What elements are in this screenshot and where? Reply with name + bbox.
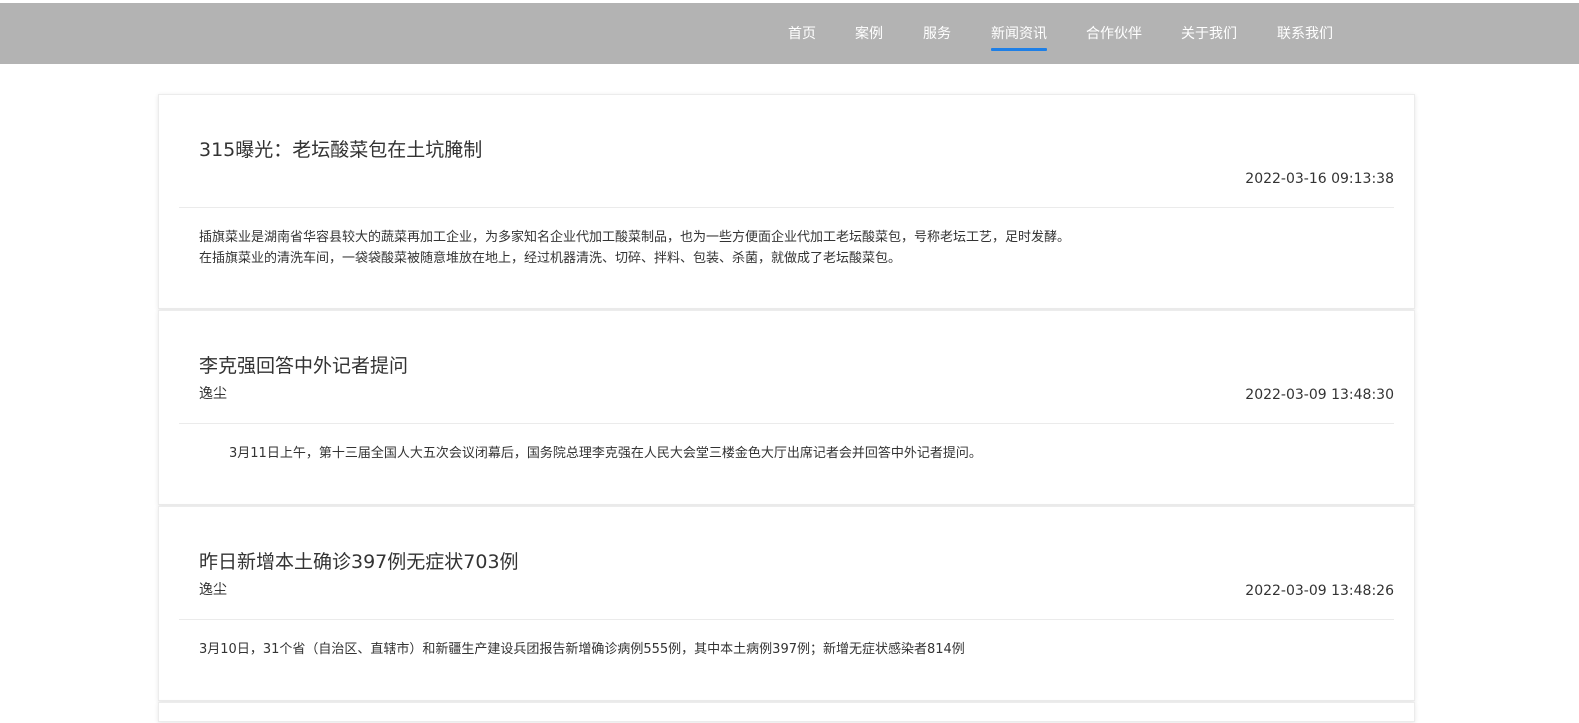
nav-item-news[interactable]: 新闻资讯 bbox=[991, 24, 1047, 51]
nav-item-contact[interactable]: 联系我们 bbox=[1277, 24, 1333, 44]
news-summary: 3月10日，31个省（自治区、直辖市）和新疆生产建设兵团报告新增确诊病例555例… bbox=[199, 639, 965, 660]
nav-item-services[interactable]: 服务 bbox=[923, 24, 951, 44]
news-card[interactable]: 李克强回答中外记者提问 逸尘 2022-03-09 13:48:30 3月11日… bbox=[158, 310, 1415, 505]
news-card[interactable]: 昨日新增本土确诊397例无症状703例 逸尘 2022-03-09 13:48:… bbox=[158, 506, 1415, 701]
card-divider bbox=[179, 423, 1394, 424]
nav-item-cases[interactable]: 案例 bbox=[855, 24, 883, 44]
news-list: 315曝光：老坛酸菜包在土坑腌制 2022-03-16 09:13:38 插旗菜… bbox=[158, 94, 1415, 723]
news-author: 逸尘 bbox=[199, 386, 227, 402]
news-time: 2022-03-09 13:48:26 bbox=[1245, 583, 1394, 599]
news-title[interactable]: 315曝光：老坛酸菜包在土坑腌制 bbox=[199, 138, 482, 162]
card-divider bbox=[179, 619, 1394, 620]
news-time: 2022-03-16 09:13:38 bbox=[1245, 171, 1394, 187]
nav-item-partners[interactable]: 合作伙伴 bbox=[1086, 24, 1142, 44]
news-summary: 3月11日上午，第十三届全国人大五次会议闭幕后，国务院总理李克强在人民大会堂三楼… bbox=[229, 443, 982, 464]
news-author: 逸尘 bbox=[199, 582, 227, 598]
news-summary-line: 3月10日，31个省（自治区、直辖市）和新疆生产建设兵团报告新增确诊病例555例… bbox=[199, 642, 965, 657]
news-summary: 插旗菜业是湖南省华容县较大的蔬菜再加工企业，为多家知名企业代加工酸菜制品，也为一… bbox=[199, 227, 1070, 269]
news-summary-line: 插旗菜业是湖南省华容县较大的蔬菜再加工企业，为多家知名企业代加工酸菜制品，也为一… bbox=[199, 230, 1071, 245]
news-summary-line: 在插旗菜业的清洗车间，一袋袋酸菜被随意堆放在地上，经过机器清洗、切碎、拌料、包装… bbox=[199, 251, 902, 266]
nav-item-home[interactable]: 首页 bbox=[788, 24, 816, 44]
news-title[interactable]: 李克强回答中外记者提问 bbox=[199, 354, 408, 378]
news-summary-line: 3月11日上午，第十三届全国人大五次会议闭幕后，国务院总理李克强在人民大会堂三楼… bbox=[229, 446, 982, 461]
top-navbar: 首页 案例 服务 新闻资讯 合作伙伴 关于我们 联系我们 bbox=[0, 3, 1579, 64]
news-card[interactable] bbox=[158, 702, 1415, 722]
news-time: 2022-03-09 13:48:30 bbox=[1245, 387, 1394, 403]
card-divider bbox=[179, 207, 1394, 208]
news-title[interactable]: 昨日新增本土确诊397例无症状703例 bbox=[199, 550, 519, 574]
news-card[interactable]: 315曝光：老坛酸菜包在土坑腌制 2022-03-16 09:13:38 插旗菜… bbox=[158, 94, 1415, 309]
nav-item-about[interactable]: 关于我们 bbox=[1181, 24, 1237, 44]
